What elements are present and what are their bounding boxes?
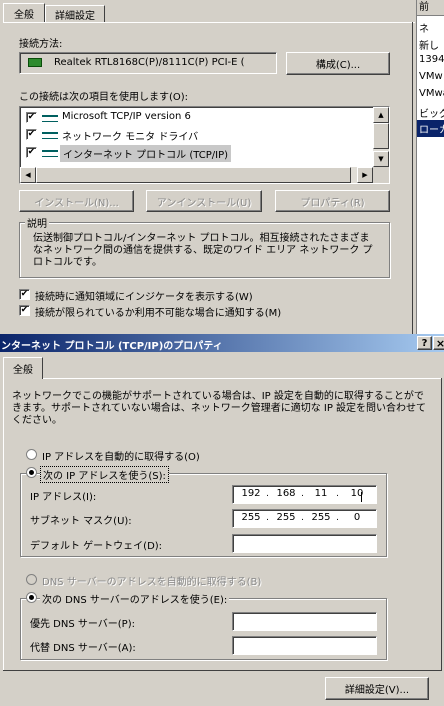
ip-address-field[interactable]: 192 . 168 . 11 . 10	[232, 485, 377, 504]
scroll-up-icon[interactable]: ▲	[373, 107, 389, 123]
subnet-mask-field[interactable]: 255 . 255 . 255 . 0	[232, 509, 377, 528]
adapter-box: Realtek RTL8168C(P)/8111C(P) PCI-E (	[19, 52, 277, 74]
scroll-right-icon[interactable]: ▶	[357, 167, 373, 183]
protocol-icon	[42, 115, 58, 122]
scroll-thumb[interactable]	[373, 123, 389, 149]
ip-address-label: IP アドレス(I):	[30, 492, 97, 503]
description-text: 伝送制御プロトコル/インターネット プロトコル。相互接続されたさまざまなネットワ…	[33, 233, 373, 268]
ip-dot: .	[336, 489, 339, 499]
mask-octet-4: 0	[353, 512, 361, 523]
preferred-dns-field[interactable]	[232, 612, 377, 631]
scroll-left-icon[interactable]: ◀	[20, 167, 36, 183]
auto-ip-label[interactable]: IP アドレスを自動的に取得する(O)	[42, 448, 200, 463]
adapter-name: Realtek RTL8168C(P)/8111C(P) PCI-E (	[54, 57, 245, 68]
side-list-item[interactable]: VMw	[419, 71, 443, 82]
items-label: この接続は次の項目を使用します(O):	[19, 92, 189, 103]
mask-octet-2: 255	[276, 512, 296, 523]
side-list: 前 ネ 新し 1394 VMw VMwa ビッグ ローカ	[416, 0, 444, 334]
list-item[interactable]: ✔ Microsoft TCP/IP version 6	[26, 111, 356, 125]
tab-panel-top-edge	[43, 378, 442, 379]
help-button[interactable]: ?	[417, 336, 432, 350]
text-cursor-icon	[361, 492, 362, 502]
tab-panel-left-edge	[3, 378, 4, 670]
auto-ip-radio[interactable]	[26, 449, 37, 460]
default-gateway-field[interactable]	[232, 534, 377, 553]
ip-octet-1: 192	[241, 488, 261, 499]
notify-limited-checkbox[interactable]: ✔	[19, 305, 30, 316]
mask-dot: .	[266, 513, 269, 523]
side-list-item[interactable]: ローカ	[417, 120, 444, 137]
list-item[interactable]: ✔ インターネット プロトコル (TCP/IP)	[26, 145, 356, 162]
window-title: ンターネット プロトコル (TCP/IP)のプロパティ	[1, 341, 223, 352]
manual-dns-radio[interactable]	[26, 592, 37, 603]
advanced-button[interactable]: 詳細設定(V)...	[325, 677, 429, 700]
tab-general[interactable]: 全般	[3, 3, 45, 23]
tab-general-label: 全般	[14, 10, 34, 21]
tab-advanced-label: 詳細設定	[55, 11, 95, 22]
tab-panel-border	[3, 22, 415, 23]
manual-ip-label[interactable]: 次の IP アドレスを使う(S):	[40, 466, 169, 483]
side-list-item[interactable]: 1394	[419, 54, 444, 65]
ip-octet-2: 168	[276, 488, 296, 499]
ip-octet-3: 11	[314, 488, 328, 499]
mask-octet-3: 255	[311, 512, 331, 523]
auto-dns-radio[interactable]	[26, 574, 37, 585]
side-list-header: 前	[417, 0, 444, 16]
install-button[interactable]: インストール(N)...	[19, 190, 134, 212]
ip-dot: .	[301, 489, 304, 499]
alternate-dns-field[interactable]	[232, 636, 377, 655]
notify-icon-checkbox[interactable]: ✔	[19, 289, 30, 300]
tab-general-label: 全般	[13, 365, 33, 376]
uninstall-button[interactable]: アンインストール(U)	[146, 190, 262, 212]
tab-general[interactable]: 全般	[3, 357, 43, 379]
tcpip-properties-dialog: ンターネット プロトコル (TCP/IP)のプロパティ ? × 全般 ネットワー…	[0, 334, 444, 706]
ip-octet-4: 10	[350, 488, 364, 499]
notify-limited-label[interactable]: 接続が限られているか利用不可能な場合に通知する(M)	[35, 304, 281, 319]
item-label: インターネット プロトコル (TCP/IP)	[60, 145, 232, 162]
mask-dot: .	[336, 513, 339, 523]
scroll-corner	[373, 167, 389, 183]
subnet-mask-label: サブネット マスク(U):	[30, 516, 132, 527]
side-list-item[interactable]: VMwa	[419, 88, 444, 99]
network-adapter-icon	[28, 58, 42, 67]
side-list-item[interactable]: 新し	[419, 37, 439, 52]
notify-icon-label[interactable]: 接続時に通知領域にインジケータを表示する(W)	[35, 288, 253, 303]
info-text: ネットワークでこの機能がサポートされている場合は、IP 設定を自動的に取得するこ…	[12, 391, 427, 426]
default-gateway-label: デフォルト ゲートウェイ(D):	[30, 541, 163, 552]
tab-panel-right-edge	[412, 22, 413, 334]
description-title: 説明	[25, 215, 49, 230]
item-checkbox[interactable]: ✔	[26, 112, 37, 123]
scroll-down-icon[interactable]: ▼	[373, 151, 389, 167]
preferred-dns-label: 優先 DNS サーバー(P):	[30, 619, 135, 630]
tab-advanced[interactable]: 詳細設定	[45, 5, 105, 23]
h-scroll-thumb[interactable]	[36, 167, 351, 183]
components-list[interactable]: ✔ Microsoft TCP/IP version 6 ✔ ネットワーク モニ…	[19, 106, 390, 184]
tab-panel-right-edge	[441, 378, 442, 670]
manual-dns-label[interactable]: 次の DNS サーバーのアドレスを使う(E):	[40, 591, 230, 606]
vertical-scrollbar[interactable]: ▲ ▼	[373, 107, 389, 167]
item-label: Microsoft TCP/IP version 6	[62, 111, 191, 122]
side-list-item[interactable]: ネ	[419, 20, 429, 35]
tab-panel-bottom-edge	[3, 670, 442, 671]
item-checkbox[interactable]: ✔	[26, 147, 37, 158]
side-list-item[interactable]: ビッグ	[419, 105, 444, 120]
connect-using-label: 接続方法:	[19, 39, 63, 50]
horizontal-scrollbar[interactable]: ◀ ▶	[20, 167, 373, 183]
configure-button[interactable]: 構成(C)...	[286, 52, 390, 75]
properties-button[interactable]: プロパティ(R)	[275, 190, 390, 212]
ip-dot: .	[266, 489, 269, 499]
protocol-icon	[42, 132, 58, 139]
list-item[interactable]: ✔ ネットワーク モニタ ドライバ	[26, 128, 356, 143]
manual-ip-radio[interactable]	[26, 467, 37, 478]
item-label: ネットワーク モニタ ドライバ	[62, 132, 199, 143]
alternate-dns-label: 代替 DNS サーバー(A):	[30, 643, 136, 654]
mask-dot: .	[301, 513, 304, 523]
item-checkbox[interactable]: ✔	[26, 129, 37, 140]
top-dialog: 全般 詳細設定 接続方法: Realtek RTL8168C(P)/8111C(…	[0, 0, 416, 334]
close-button[interactable]: ×	[433, 336, 444, 350]
auto-dns-label[interactable]: DNS サーバーのアドレスを自動的に取得する(B)	[42, 573, 261, 588]
mask-octet-1: 255	[241, 512, 261, 523]
protocol-icon	[42, 150, 58, 157]
